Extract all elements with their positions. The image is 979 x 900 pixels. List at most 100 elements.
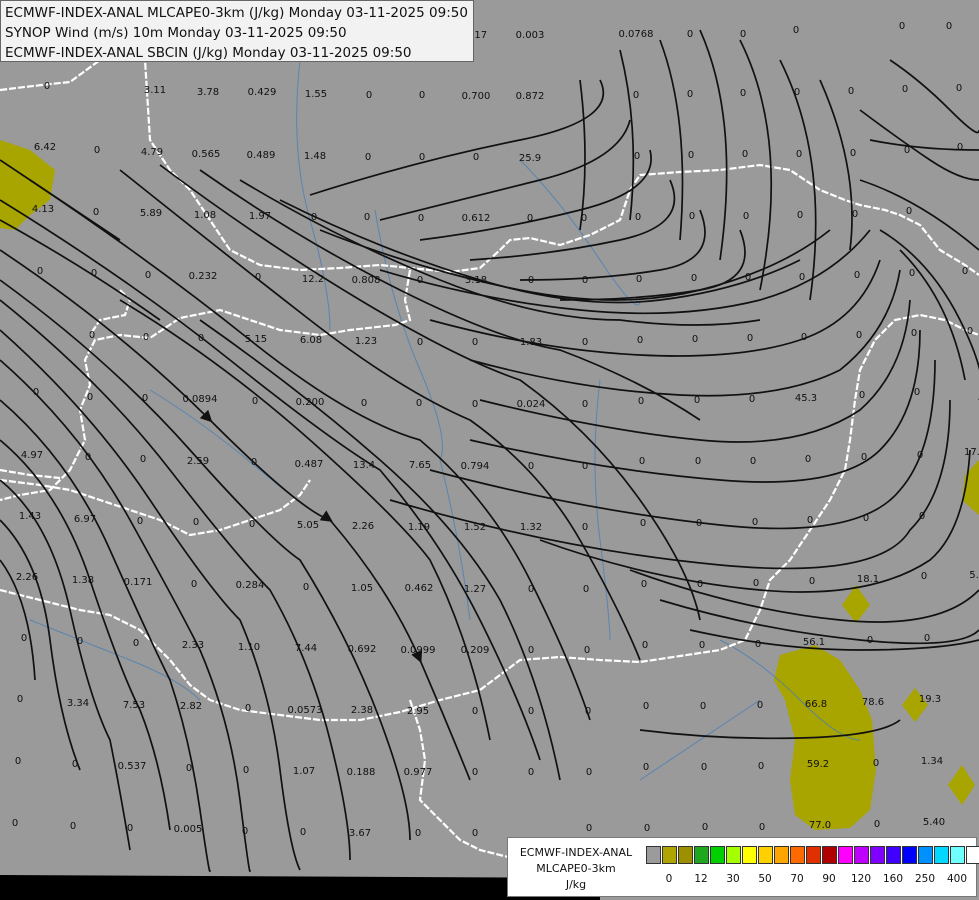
legend-swatch [742, 846, 757, 864]
station-value: 0 [799, 272, 805, 283]
station-value: 0 [582, 461, 588, 472]
station-value: 0 [636, 274, 642, 285]
station-value: 0 [37, 266, 43, 277]
station-value: 0 [694, 395, 700, 406]
station-value: 1.38 [72, 575, 94, 586]
legend-tick-label: 50 [758, 873, 772, 885]
station-value: 5.15 [245, 334, 267, 345]
station-value: 0 [634, 151, 640, 162]
station-value: 0 [528, 584, 534, 595]
station-value: 0.462 [405, 583, 434, 594]
station-value: 7.65 [409, 460, 431, 471]
station-value: 0 [691, 273, 697, 284]
station-value: 0 [586, 767, 592, 778]
station-value: 0 [633, 90, 639, 101]
station-value: 0.487 [295, 459, 324, 470]
station-value: 0 [361, 398, 367, 409]
station-value: 0 [874, 819, 880, 830]
station-value: 0 [528, 275, 534, 286]
station-value: 0 [585, 706, 591, 717]
station-value: 0 [917, 450, 923, 461]
station-value: 0.0768 [619, 29, 654, 40]
station-value: 56.1 [803, 637, 825, 648]
station-value: 0.612 [462, 213, 491, 224]
station-value: 0 [85, 452, 91, 463]
station-value: 6.97 [74, 514, 96, 525]
legend-swatch [870, 846, 885, 864]
station-value: 0 [142, 393, 148, 404]
station-value: 0.200 [296, 397, 325, 408]
station-value: 1.08 [194, 210, 216, 221]
station-value: 0 [94, 145, 100, 156]
station-value: 0 [635, 212, 641, 223]
station-value: 0 [12, 818, 18, 829]
station-value: 2.38 [351, 705, 373, 716]
station-value: 0 [863, 513, 869, 524]
station-value: 0 [528, 706, 534, 717]
station-value: 0.489 [247, 150, 276, 161]
legend-swatch [726, 846, 741, 864]
station-value: 0 [77, 636, 83, 647]
legend-tick-label: 0 [665, 873, 673, 885]
station-value: 2.95 [407, 706, 429, 717]
station-value: 5.40 [923, 817, 945, 828]
legend-swatch [662, 846, 677, 864]
station-value: 0 [914, 387, 920, 398]
station-value: 0 [303, 582, 309, 593]
station-value: 0 [695, 456, 701, 467]
station-value: 0.808 [352, 275, 381, 286]
station-value: 0 [752, 517, 758, 528]
station-value: 0 [17, 694, 23, 705]
station-value: 0 [145, 270, 151, 281]
station-value: 0 [902, 84, 908, 95]
station-value: 0.209 [461, 645, 490, 656]
title-line-1: ECMWF-INDEX-ANAL MLCAPE0-3km (J/kg) Mond… [5, 5, 468, 21]
station-value: 0 [794, 87, 800, 98]
station-value: 4.13 [32, 204, 54, 215]
station-value: 0.0573 [288, 705, 323, 716]
station-value: 0 [701, 762, 707, 773]
station-value: 0 [133, 638, 139, 649]
title-line-3: ECMWF-INDEX-ANAL SBCIN (J/kg) Monday 03-… [5, 45, 412, 61]
legend-swatch [774, 846, 789, 864]
station-value: 0 [140, 454, 146, 465]
legend-tick-label: 400 [946, 873, 968, 885]
station-value: 77.0 [809, 820, 831, 831]
station-value: 0 [584, 645, 590, 656]
station-value: 0 [193, 517, 199, 528]
station-value: 0 [472, 706, 478, 717]
station-value: 78.6 [862, 697, 884, 708]
legend-title-1: ECMWF-INDEX-ANAL [519, 846, 633, 859]
station-value: 0 [906, 206, 912, 217]
station-value: 0 [909, 268, 915, 279]
station-value: 0 [70, 821, 76, 832]
station-value: 3.67 [349, 828, 371, 839]
station-value: 18.1 [857, 574, 879, 585]
station-value: 0.0894 [183, 394, 218, 405]
station-value: 3.78 [197, 87, 219, 98]
station-value: 0 [419, 90, 425, 101]
station-value: 0 [242, 826, 248, 837]
station-value: 0 [15, 756, 21, 767]
station-value: 0 [643, 701, 649, 712]
station-value: 12.2 [302, 274, 324, 285]
station-value: 0 [365, 152, 371, 163]
station-value: 0 [899, 21, 905, 32]
station-value: 0 [191, 579, 197, 590]
station-value: 0 [742, 149, 748, 160]
legend-swatch [950, 846, 965, 864]
legend-swatch [790, 846, 805, 864]
station-value: 0.232 [189, 271, 218, 282]
station-value: 0 [805, 454, 811, 465]
station-value: 0.872 [516, 91, 545, 102]
station-value: 0.005 [174, 824, 203, 835]
legend-tick-label: 120 [850, 873, 872, 885]
station-value: 0 [252, 396, 258, 407]
station-value: 0 [796, 149, 802, 160]
station-value: 0 [582, 337, 588, 348]
station-value: 1.48 [304, 151, 326, 162]
station-value: 0 [21, 633, 27, 644]
station-value: 25.9 [519, 153, 541, 164]
station-value: 0 [528, 645, 534, 656]
station-value: 0.977 [404, 767, 433, 778]
